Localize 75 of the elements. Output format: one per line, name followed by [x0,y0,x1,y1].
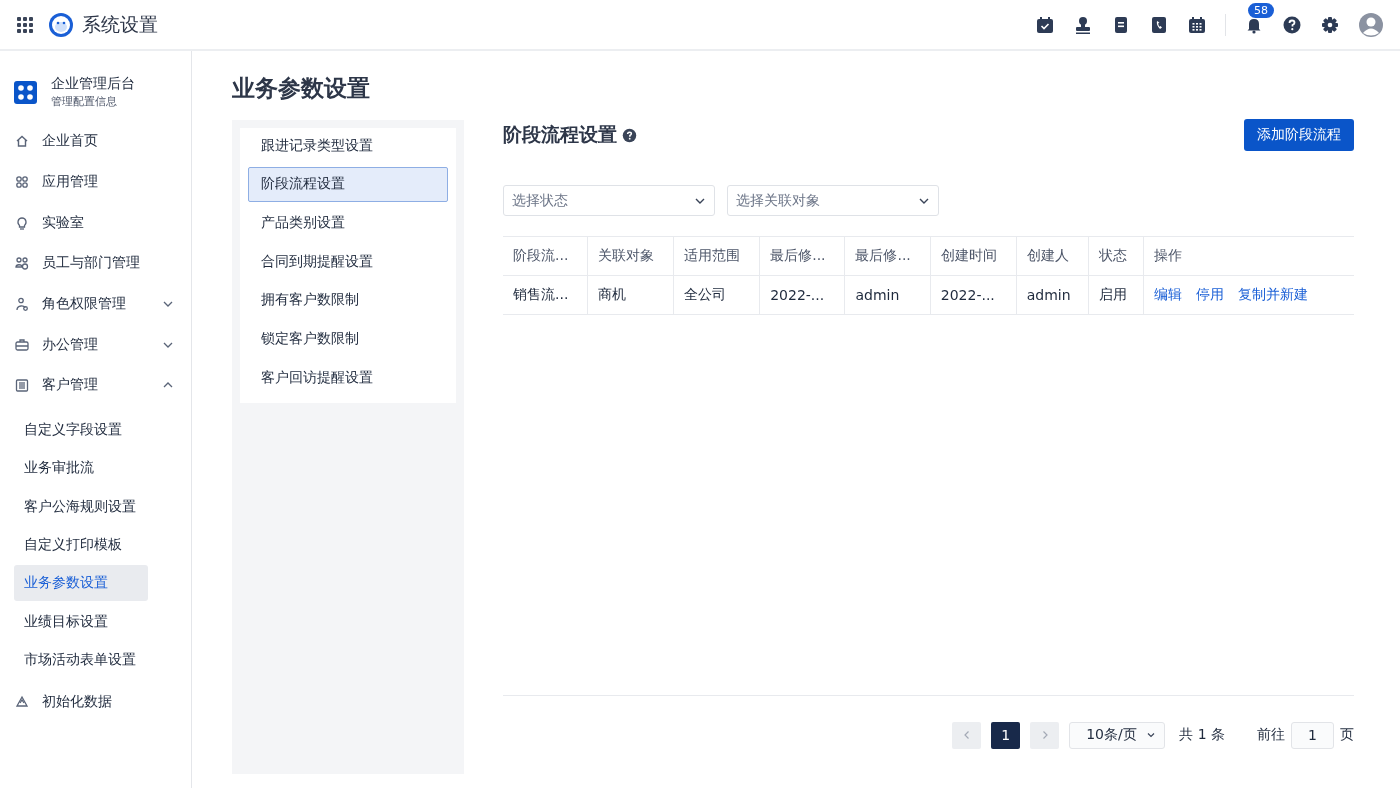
sidebar-item-icon [14,377,30,394]
sidebar-item-icon [14,296,30,313]
column-header: 最后修... [844,236,931,276]
calendar-icon[interactable] [1187,14,1207,35]
notification-badge: 58 [1248,2,1274,18]
calendar-check-icon[interactable] [1035,14,1055,35]
sidebar-subitem[interactable]: 市场活动表单设置 [14,641,148,678]
sidebar-item-icon [14,174,30,191]
settings-icon[interactable] [1320,14,1340,35]
add-stage-flow-button[interactable]: 添加阶段流程 [1244,119,1354,151]
stamp-icon[interactable] [1073,14,1093,35]
sidebar-item[interactable]: 应用管理 [14,161,174,203]
page-size-select[interactable]: 10条/页 [1069,721,1166,749]
sidebar-item-icon [14,133,30,150]
goto-page-field[interactable]: 1 [1291,721,1334,749]
table-cell: 2022-... [759,275,845,315]
table-cell: admin [1016,275,1089,315]
settings-menu-item[interactable]: 客户回访提醒设置 [248,360,448,396]
table-cell: 2022-... [930,275,1017,315]
page-title: 业务参数设置 [232,74,371,103]
table-cell: 商机 [587,275,674,315]
sidebar-item[interactable]: 员工与部门管理 [14,243,174,284]
column-header: 创建时间 [930,236,1017,276]
sidebar-subitem[interactable]: 自定义打印模板 [14,527,148,563]
select-field[interactable]: 选择状态 [503,185,715,216]
column-header: 适用范围 [673,236,760,276]
sidebar-item-icon [14,255,30,272]
settings-menu-item[interactable]: 阶段流程设置 [248,166,448,202]
sidebar-item[interactable]: 角色权限管理 [14,283,174,325]
sidebar-item[interactable]: 办公管理 [14,324,174,366]
org-subtitle: 管理配置信息 [51,94,118,109]
sidebar-subitem[interactable]: 业绩目标设置 [14,603,148,640]
help-icon[interactable] [622,127,637,143]
table-cell: admin [844,275,931,315]
settings-menu-item[interactable]: 跟进记录类型设置 [248,128,448,163]
sidebar-subitem[interactable]: 自定义字段设置 [14,412,148,449]
sidebar-item[interactable]: 初始化数据 [14,681,174,723]
settings-menu-item[interactable]: 合同到期提醒设置 [248,244,448,280]
section-title: 阶段流程设置 [503,122,617,147]
avatar-icon[interactable] [1358,11,1384,38]
column-header: 最后修... [759,236,845,276]
page-button[interactable]: 1 [991,721,1021,749]
column-header: 关联对象 [587,236,674,276]
org-title: 企业管理后台 [51,75,135,93]
column-header: 状态 [1088,236,1144,276]
action-link[interactable]: 编辑 [1153,286,1182,302]
sidebar-item-icon [14,336,30,353]
sidebar-item-icon [14,214,30,231]
select-field[interactable]: 选择关联对象 [727,185,939,216]
chevron-icon [1146,730,1157,740]
sidebar-subitem[interactable]: 业务审批流 [14,450,148,487]
table-cell: 启用 [1088,275,1144,315]
column-header: 操作 [1143,236,1354,276]
app-grid-icon[interactable] [16,15,34,34]
goto-label: 前往 [1257,726,1285,744]
sidebar-subitem[interactable]: 业务参数设置 [14,565,148,602]
column-header: 阶段流... [503,236,588,276]
phone-book-icon[interactable] [1149,14,1169,35]
sidebar-item[interactable]: 实验室 [14,202,174,244]
settings-menu-item[interactable]: 锁定客户数限制 [248,321,448,357]
help-icon[interactable] [1282,14,1302,35]
settings-menu-item[interactable]: 产品类别设置 [248,205,448,241]
action-link[interactable]: 复制并新建 [1237,286,1308,302]
sidebar-subitem[interactable]: 客户公海规则设置 [14,488,148,525]
sidebar-item[interactable]: 企业首页 [14,121,174,162]
action-link[interactable]: 停用 [1195,286,1224,302]
app-title: 系统设置 [82,11,158,37]
page-suffix: 页 [1340,726,1354,744]
table-cell: 全公司 [673,275,760,315]
table-cell: 销售流... [503,275,588,315]
column-header: 创建人 [1016,236,1089,276]
sidebar-item[interactable]: 客户管理 [14,365,174,406]
org-app-icon [14,80,37,104]
total-count: 共 1 条 [1179,726,1225,744]
settings-menu-item[interactable]: 拥有客户数限制 [248,282,448,318]
